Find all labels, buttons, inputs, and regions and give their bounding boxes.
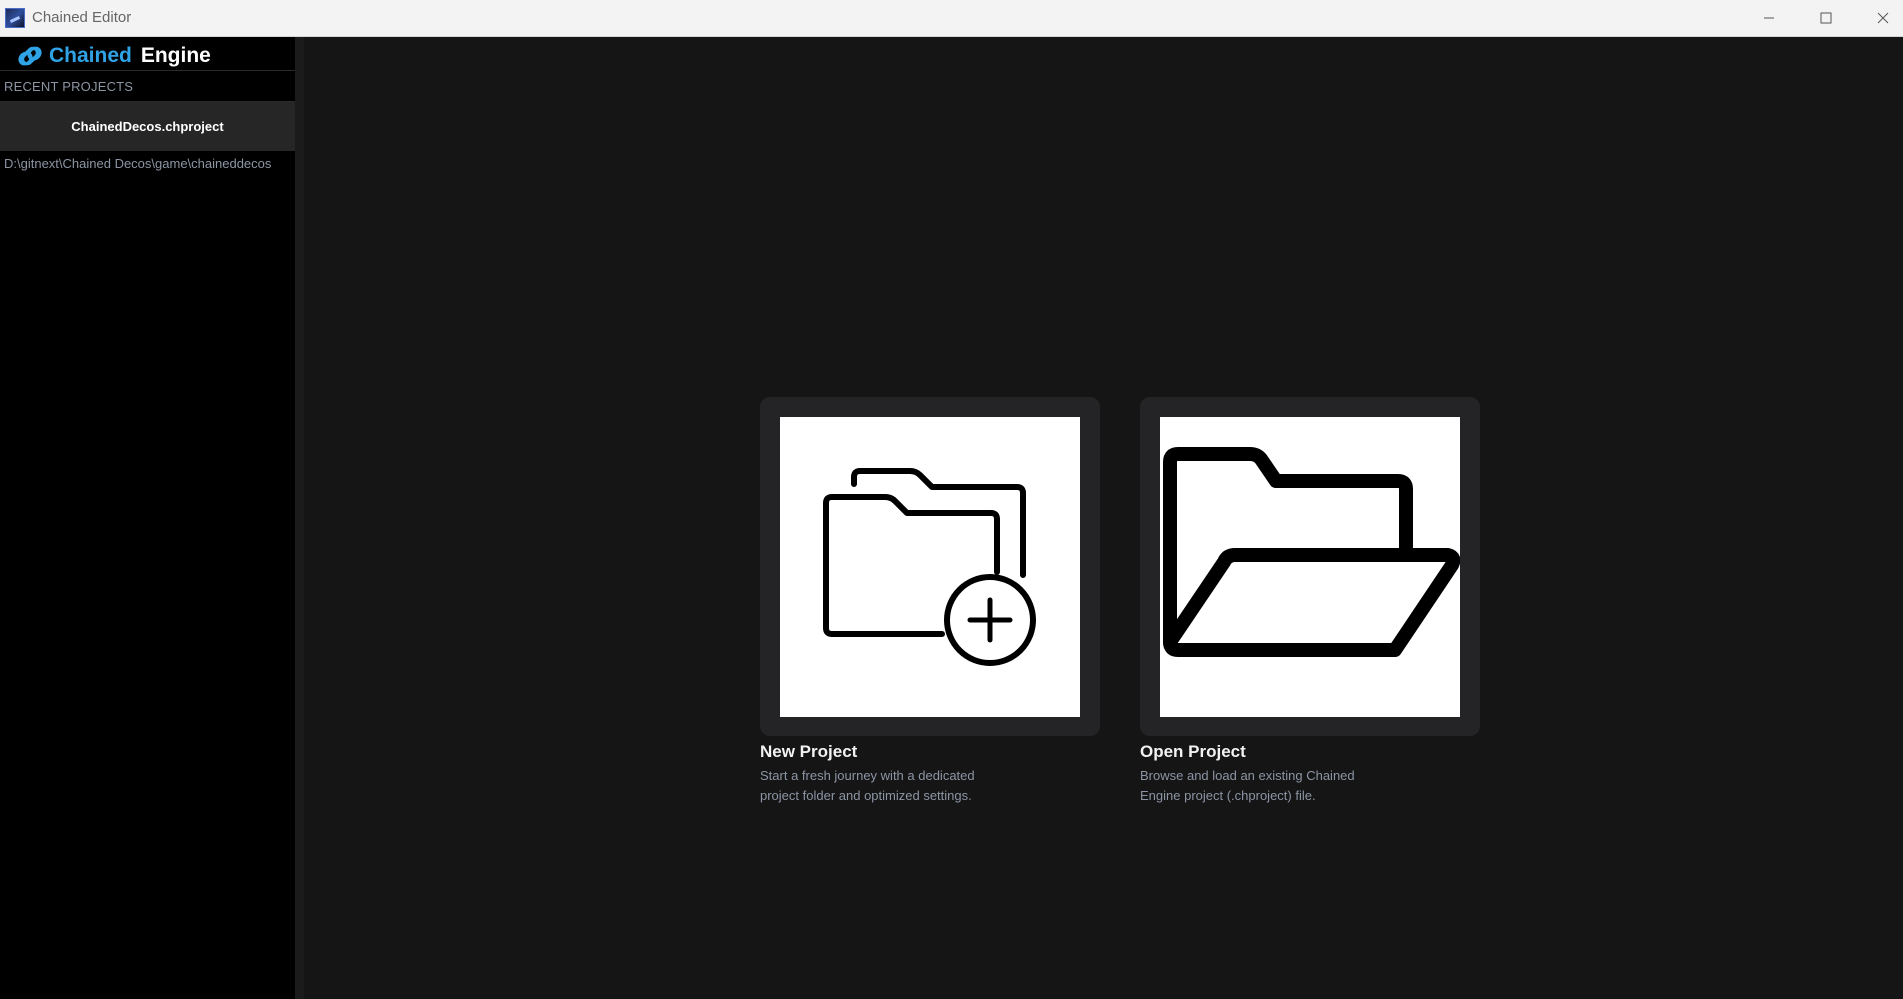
maximize-button[interactable] xyxy=(1798,0,1854,36)
open-project-description: Browse and load an existing Chained Engi… xyxy=(1140,766,1390,806)
new-project-image xyxy=(780,417,1080,717)
close-icon xyxy=(1877,12,1889,24)
recent-project-name: ChainedDecos.chproject xyxy=(71,119,224,134)
open-project-title[interactable]: Open Project xyxy=(1140,742,1246,762)
divider xyxy=(0,70,295,71)
open-project-image xyxy=(1160,417,1461,717)
folder-add-icon xyxy=(823,468,1036,666)
new-project-description-line: project folder and optimized settings. xyxy=(760,788,972,803)
open-project-description-line: Browse and load an existing Chained xyxy=(1140,768,1355,783)
app-icon xyxy=(5,8,25,28)
sidebar-splitter[interactable] xyxy=(295,37,304,999)
new-project-card[interactable] xyxy=(760,397,1100,736)
new-project-description: Start a fresh journey with a dedicated p… xyxy=(760,766,1010,806)
maximize-icon xyxy=(1820,12,1832,24)
folder-open-icon xyxy=(1163,447,1461,657)
new-project-title[interactable]: New Project xyxy=(760,742,857,762)
recent-project-path: D:\gitnext\Chained Decos\game\chaineddec… xyxy=(4,156,272,171)
brand-name-engine: Engine xyxy=(140,44,211,67)
open-project-card[interactable] xyxy=(1140,397,1480,736)
brand-name-chained: Chained xyxy=(49,44,132,67)
new-project-description-line: Start a fresh journey with a dedicated xyxy=(760,768,975,783)
chain-link-icon xyxy=(18,46,42,66)
open-project-description-line: Engine project (.chproject) file. xyxy=(1140,788,1316,803)
recent-projects-header: RECENT PROJECTS xyxy=(4,79,134,94)
window-titlebar: Chained Editor xyxy=(0,0,1903,37)
minimize-icon xyxy=(1764,17,1774,19)
window-title: Chained Editor xyxy=(32,9,132,26)
sidebar: Chained Engine RECENT PROJECTS ChainedDe… xyxy=(0,37,295,999)
minimize-button[interactable] xyxy=(1741,0,1797,36)
brand-logo: Chained Engine xyxy=(16,41,211,71)
recent-project-item[interactable]: ChainedDecos.chproject xyxy=(0,102,295,151)
close-button[interactable] xyxy=(1855,0,1903,36)
